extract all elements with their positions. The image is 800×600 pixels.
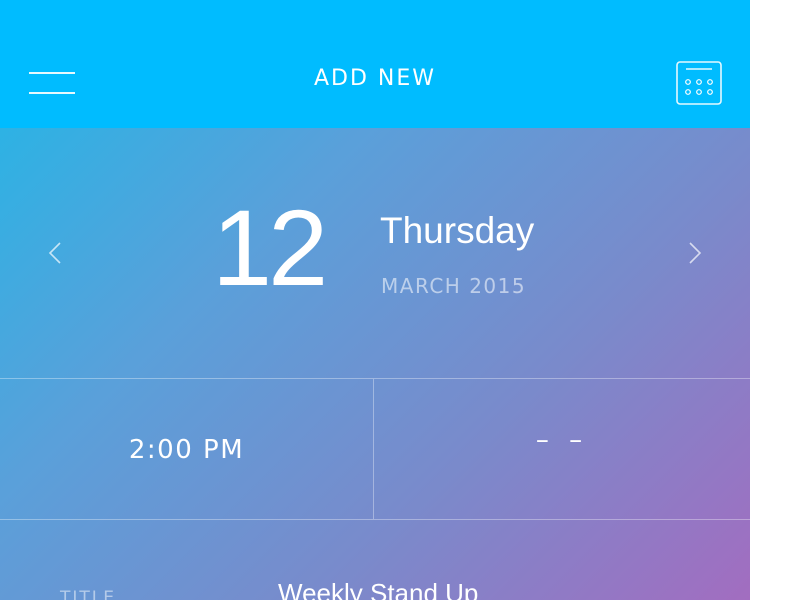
menu-line-bottom (29, 92, 75, 94)
calendar-icon (676, 61, 722, 105)
event-form: 12 Thursday MARCH 2015 2:00 PM – – TITLE (0, 128, 750, 600)
app-window: ADD NEW 12 Thursday MARCH 2015 2:00 PM –… (0, 0, 750, 600)
day-number: 12 (212, 187, 328, 308)
header-bar: ADD NEW (0, 0, 750, 128)
page-title: ADD NEW (313, 66, 437, 91)
title-label: TITLE (60, 588, 116, 600)
title-field-row: TITLE (0, 520, 750, 600)
start-time-value: 2:00 PM (128, 435, 245, 465)
time-selector: 2:00 PM – – (0, 378, 750, 520)
start-time-button[interactable]: 2:00 PM (0, 379, 373, 519)
calendar-button[interactable] (672, 58, 726, 110)
end-time-value: – – (535, 425, 589, 455)
date-selector: 12 Thursday MARCH 2015 (0, 128, 750, 378)
next-day-button[interactable] (680, 233, 710, 273)
title-input[interactable] (278, 578, 698, 600)
chevron-right-icon (689, 242, 702, 264)
previous-day-button[interactable] (40, 233, 70, 273)
end-time-button[interactable]: – – (374, 379, 750, 519)
weekday-label: Thursday (380, 210, 535, 251)
chevron-left-icon (48, 242, 61, 264)
month-year-label: MARCH 2015 (381, 274, 527, 298)
